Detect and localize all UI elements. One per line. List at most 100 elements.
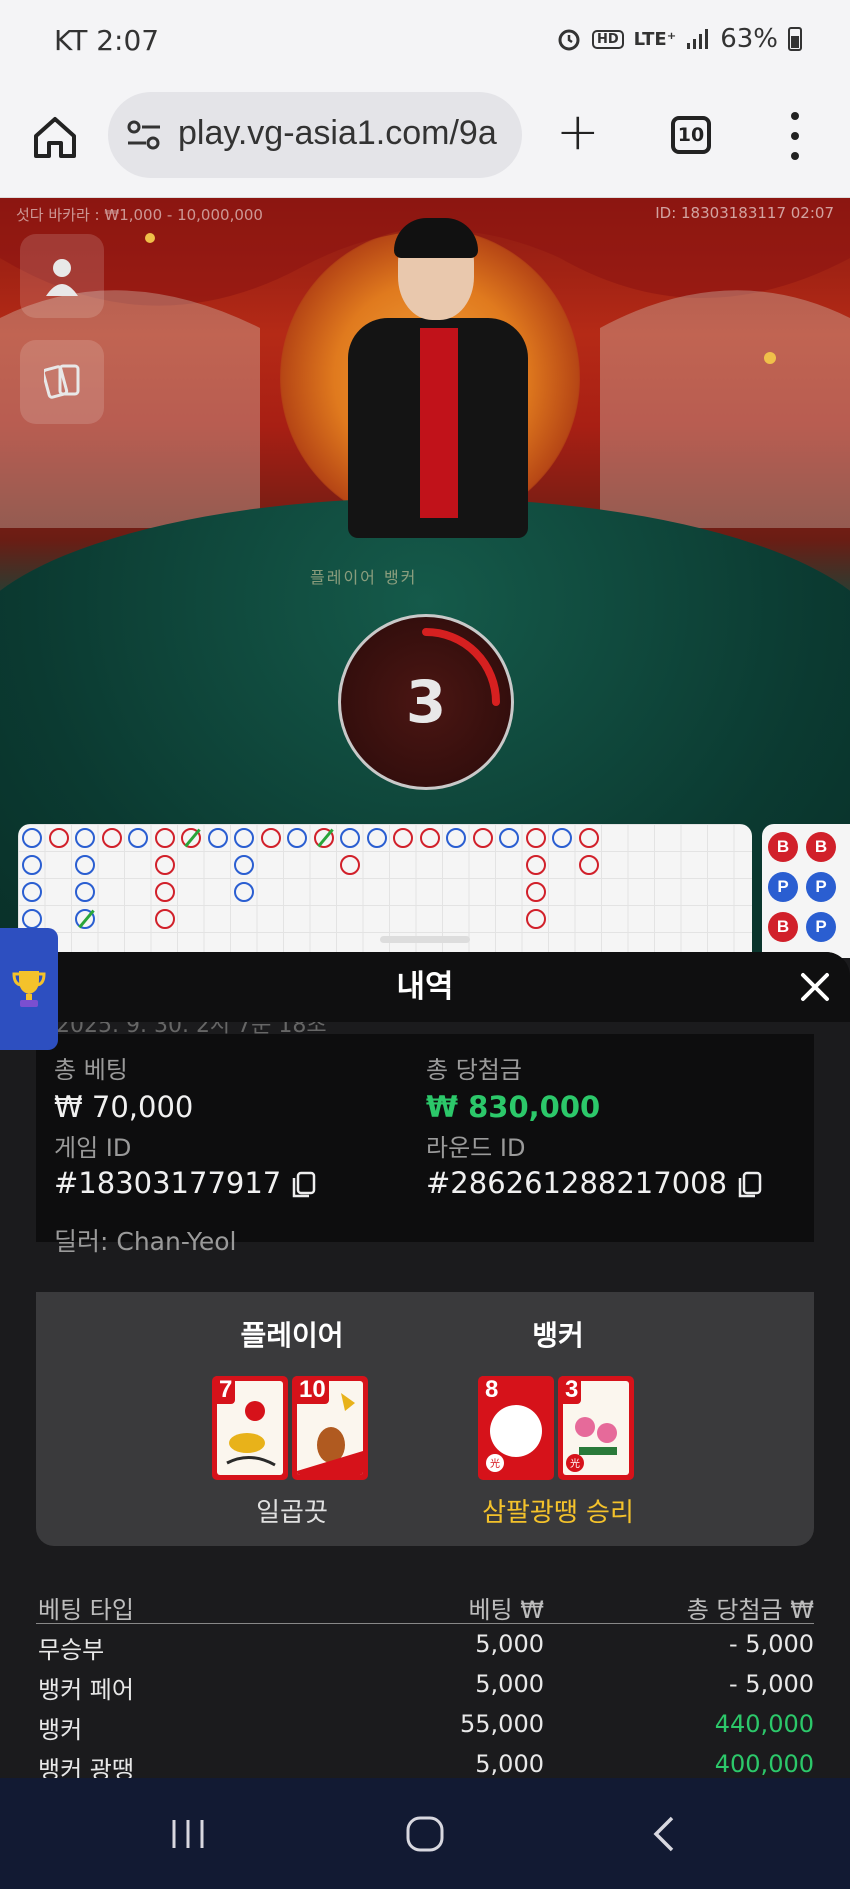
banker-road-mark (525, 828, 546, 848)
bet-win: - 5,000 (729, 1670, 814, 1698)
round-id-label: 라운드 ID (426, 1134, 526, 1162)
dealer-figure (348, 218, 528, 558)
leaderboard-tab[interactable] (0, 928, 58, 1050)
banker-road-mark (154, 855, 175, 875)
bet-table-header: 베팅 타입 베팅 ₩ 총 당첨금 ₩ (36, 1584, 814, 1624)
live-game-view[interactable]: 섯다 바카라 : ₩1,000 - 10,000,000 ID: 1830318… (0, 198, 850, 958)
player-road-mark (366, 828, 387, 848)
signal-icon (687, 29, 709, 49)
new-tab-button[interactable]: + (556, 104, 600, 160)
user-icon (46, 259, 78, 296)
player-road-mark (340, 828, 360, 848)
player-road-mark (22, 882, 42, 902)
round-id-value: #286261288217008 (426, 1166, 728, 1200)
dealer-profile-button[interactable] (20, 234, 104, 318)
cards-history-button[interactable] (20, 340, 104, 424)
banker-road-mark (101, 828, 122, 848)
player-road-mark (75, 882, 95, 902)
bet-type: 뱅커 광땡 (38, 1756, 134, 1778)
player-road-mark (22, 855, 42, 875)
history-panel: 내역 2025. 9. 30. 2시 7분 18초 총 베팅 ₩ 70,000 … (0, 952, 850, 1778)
close-icon[interactable] (798, 970, 832, 1004)
bet-amount: 5,000 (475, 1670, 544, 1698)
banker-title: 뱅커 (532, 1319, 584, 1352)
network-type: LTE⁺ (633, 28, 677, 50)
player-bead: P (806, 872, 836, 902)
total-win-value: ₩ 830,000 (426, 1090, 601, 1124)
banker-road-mark (48, 828, 69, 848)
svg-text:光: 光 (570, 1457, 580, 1470)
bet-amount: 5,000 (475, 1630, 544, 1658)
banker-card-2: 光 3 (558, 1376, 634, 1480)
tab-switcher-button[interactable]: 10 (671, 116, 711, 154)
player-road-mark (234, 855, 254, 875)
banker-card-2-number: 3 (562, 1376, 582, 1404)
bet-type: 무승부 (38, 1636, 105, 1664)
more-menu-icon[interactable] (790, 112, 800, 160)
banker-road-mark (419, 828, 440, 848)
player-road-mark (234, 882, 254, 902)
bet-summary: 총 베팅 ₩ 70,000 총 당첨금 ₩ 830,000 게임 ID #183… (36, 1034, 814, 1256)
banker-bead: B (768, 912, 798, 942)
back-icon[interactable] (644, 1814, 688, 1854)
banker-result: 삼팔광땡 승리 (482, 1498, 634, 1528)
round-id-row: #286261288217008 (426, 1166, 763, 1200)
player-bead: P (768, 872, 798, 902)
site-settings-icon[interactable] (126, 118, 162, 152)
alarm-icon (558, 29, 580, 51)
player-road-mark (22, 909, 42, 929)
address-bar[interactable]: play.vg-asia1.com/9a (108, 92, 522, 178)
bet-win: 440,000 (714, 1710, 814, 1738)
col-bet-amount: 베팅 ₩ (468, 1596, 544, 1624)
game-id-label: 게임 ID (54, 1134, 132, 1162)
player-road-mark (128, 828, 148, 848)
player-title: 플레이어 (240, 1319, 344, 1352)
copy-icon[interactable] (737, 1171, 763, 1199)
banker-bead: B (768, 832, 798, 862)
banker-bead: B (806, 832, 836, 862)
table-row: 무승부 5,000 - 5,000 (36, 1624, 814, 1664)
bet-amount: 5,000 (475, 1750, 544, 1778)
game-id-value: #18303177917 (54, 1166, 282, 1200)
player-card-1: 7 (212, 1376, 288, 1480)
player-road-mark (75, 909, 95, 929)
bead-road-board[interactable]: BBPPBP (762, 824, 850, 958)
bet-amount: 55,000 (460, 1710, 544, 1738)
dealer-name: 딜러: Chan-Yeol (54, 1227, 237, 1256)
status-icons: HD LTE⁺ 63% (556, 24, 802, 54)
banker-road-mark (578, 828, 599, 848)
copy-icon[interactable] (291, 1171, 317, 1199)
banker-road-mark (154, 882, 175, 902)
browser-toolbar: play.vg-asia1.com/9a + 10 (0, 86, 850, 198)
col-total-win: 총 당첨금 ₩ (686, 1596, 814, 1624)
hd-icon: HD (591, 29, 624, 49)
bet-table: 베팅 타입 베팅 ₩ 총 당첨금 ₩ 무승부 5,000 - 5,000 뱅커 … (36, 1584, 814, 1778)
player-card-2-number: 10 (296, 1376, 329, 1404)
col-bet-type: 베팅 타입 (38, 1596, 134, 1624)
banker-road-mark (154, 909, 175, 929)
player-road-mark (75, 855, 95, 875)
total-bet-label: 총 베팅 (54, 1056, 128, 1084)
history-title: 내역 (396, 969, 454, 1005)
status-time: KT 2:07 (54, 24, 160, 57)
banker-road-mark (260, 828, 281, 848)
home-icon[interactable] (30, 112, 80, 162)
table-limit-info: 섯다 바카라 : ₩1,000 - 10,000,000 (16, 206, 263, 224)
countdown-number: 3 (405, 668, 447, 736)
banker-road-mark (472, 828, 493, 848)
drag-handle[interactable] (380, 936, 470, 943)
bet-win: 400,000 (714, 1750, 814, 1778)
recent-apps-icon[interactable] (166, 1814, 210, 1854)
home-nav-icon[interactable] (404, 1814, 448, 1854)
cards-icon (44, 364, 80, 399)
banker-road-mark (340, 855, 360, 875)
player-card-1-number: 7 (216, 1376, 236, 1404)
banker-road-mark (578, 855, 599, 875)
round-cards: 플레이어 뱅커 7 10 光 8 光 3 일곱끗 삼팔광땡 승리 (36, 1292, 814, 1546)
table-row: 뱅커 55,000 440,000 (36, 1704, 814, 1744)
bet-type: 뱅커 (38, 1716, 83, 1744)
player-road-mark (234, 828, 254, 848)
player-road-mark (287, 828, 307, 848)
game-id-info: ID: 18303183117 02:07 (655, 204, 834, 222)
url-text[interactable]: play.vg-asia1.com/9a (178, 114, 508, 153)
